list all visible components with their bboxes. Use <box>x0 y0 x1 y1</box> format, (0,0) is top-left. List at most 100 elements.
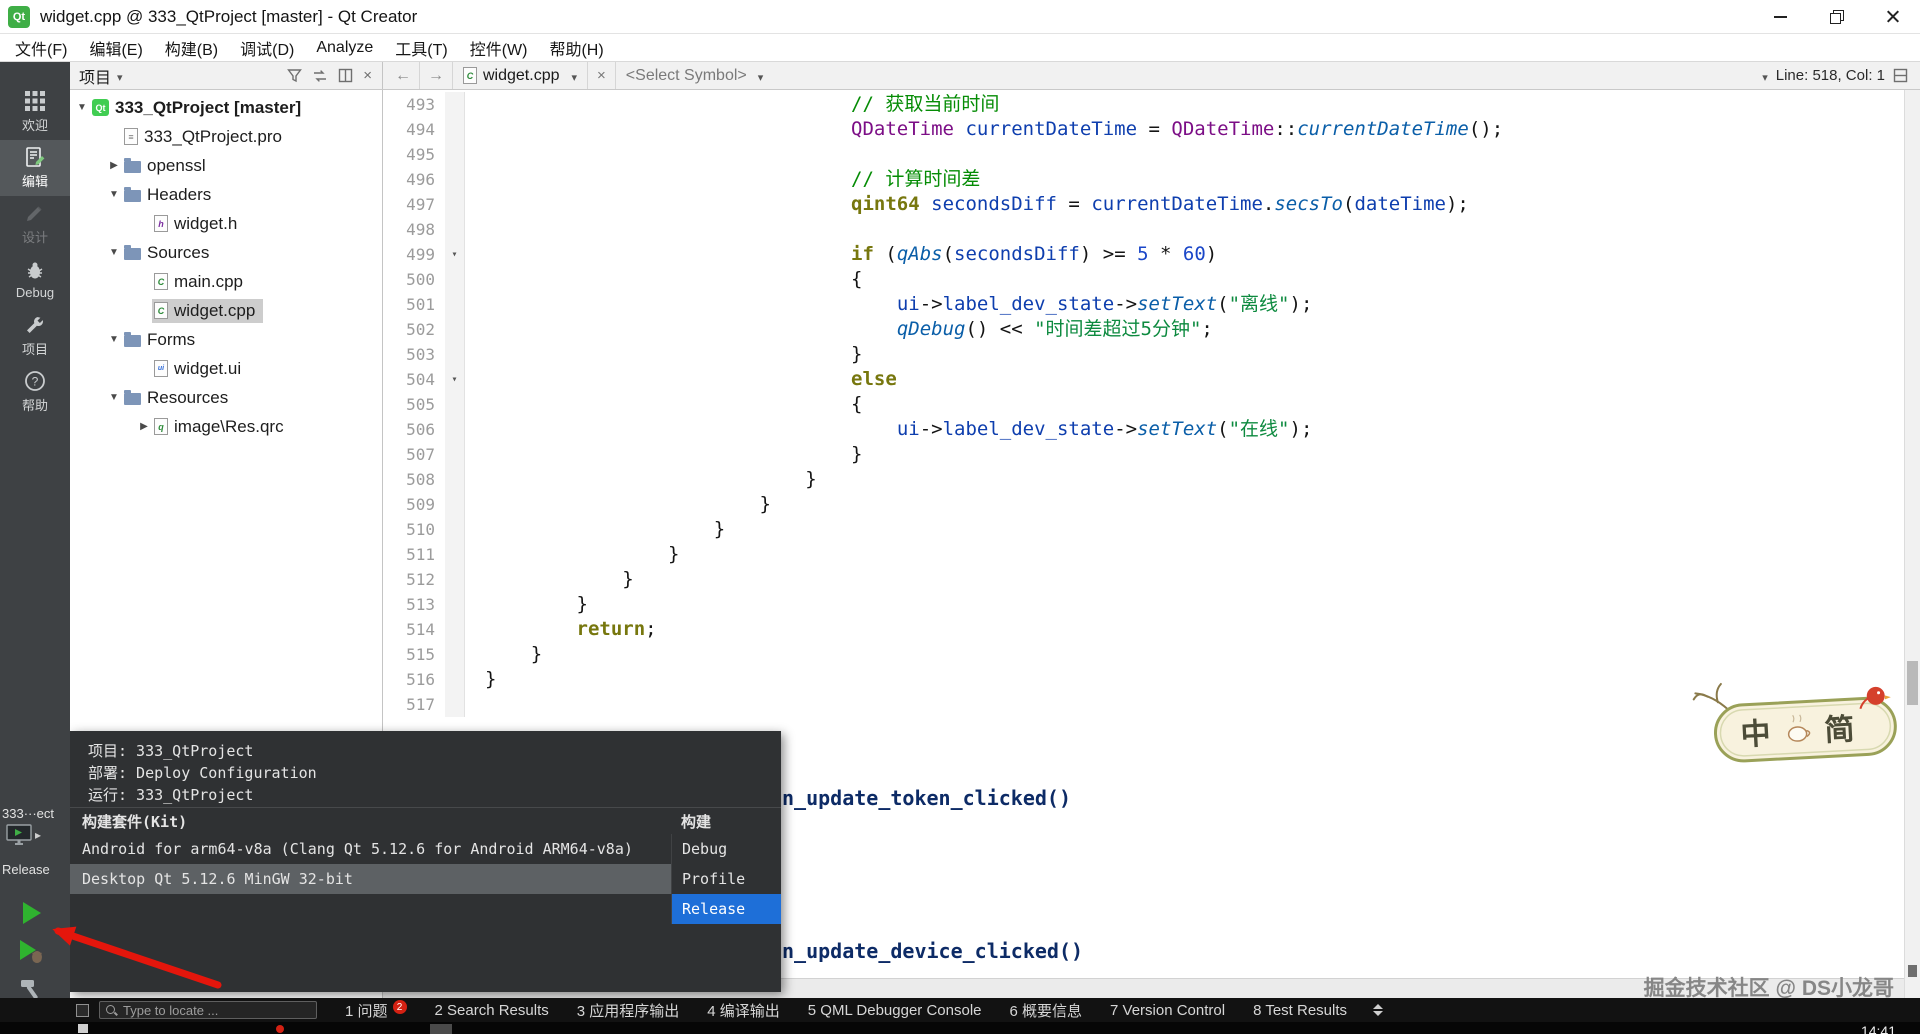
tree-item-forms[interactable]: ▼ Forms <box>70 325 382 354</box>
kit-option-android-for-arm64-v8a-clang-qt-5-12-6-for-android-arm64-v8a[interactable]: Android for arm64-v8a (Clang Qt 5.12.6 f… <box>70 834 671 864</box>
sidebar-toggle-icon[interactable] <box>76 1003 89 1017</box>
code-line-510[interactable]: 510 } <box>383 517 1920 542</box>
tree-item-333-qtproject-master[interactable]: ▼ Qt 333_QtProject [master] <box>70 93 382 122</box>
mode-projects[interactable]: 项目 <box>0 308 70 364</box>
scrollbar-thumb[interactable] <box>1907 661 1918 705</box>
code-line-517[interactable]: 517 <box>383 692 1920 717</box>
output-pane-8[interactable]: 8 Test Results <box>1253 1002 1347 1019</box>
code-line-497[interactable]: 497 qint64 secondsDiff = currentDateTime… <box>383 192 1920 217</box>
debug-run-button[interactable] <box>14 934 48 968</box>
tree-item-sources[interactable]: ▼ Sources <box>70 238 382 267</box>
menu-item-7-h[interactable]: 帮助(H) <box>538 34 614 61</box>
tree-item-333-qtproject-pro[interactable]: ≡ 333_QtProject.pro <box>70 122 382 151</box>
close-window-button[interactable] <box>1864 0 1920 33</box>
code-line-511[interactable]: 511 } <box>383 542 1920 567</box>
code-line-516[interactable]: 516} <box>383 667 1920 692</box>
output-pane-5[interactable]: 5 QML Debugger Console <box>808 1002 982 1019</box>
code-line-508[interactable]: 508 } <box>383 467 1920 492</box>
tree-item-openssl[interactable]: ▶ openssl <box>70 151 382 180</box>
menu-item-2-b[interactable]: 构建(B) <box>154 34 229 61</box>
expanded-expander-icon[interactable]: ▼ <box>74 102 90 113</box>
chevron-down-icon[interactable]: ▾ <box>1762 71 1768 84</box>
mode-help[interactable]: ? 帮助 <box>0 364 70 420</box>
mode-edit[interactable]: 编辑 <box>0 140 70 196</box>
build-option-debug[interactable]: Debug <box>672 834 781 864</box>
expanded-expander-icon[interactable]: ▼ <box>106 247 122 258</box>
panel-title[interactable]: 项目 <box>79 64 111 88</box>
output-pane-4[interactable]: 4 编译输出 <box>707 1000 780 1021</box>
output-pane-7[interactable]: 7 Version Control <box>1110 1002 1225 1019</box>
expanded-expander-icon[interactable]: ▼ <box>106 189 122 200</box>
code-line-495[interactable]: 495 <box>383 142 1920 167</box>
fold-marker-icon[interactable]: ▾ <box>445 367 465 392</box>
tree-item-widget-cpp[interactable]: Cwidget.cpp <box>70 296 382 325</box>
tree-item-image-res-qrc[interactable]: ▶ q image\Res.qrc <box>70 412 382 441</box>
output-pane-2[interactable]: 2 Search Results <box>435 1002 549 1019</box>
code-line-513[interactable]: 513 } <box>383 592 1920 617</box>
editor-scrollbar[interactable] <box>1904 90 1920 998</box>
code-line-496[interactable]: 496 // 计算时间差 <box>383 167 1920 192</box>
code-line-503[interactable]: 503 } <box>383 342 1920 367</box>
minimize-button[interactable] <box>1752 0 1808 33</box>
menu-item-4-analyze[interactable]: Analyze <box>305 34 384 61</box>
code-line-507[interactable]: 507 } <box>383 442 1920 467</box>
mode-debug[interactable]: Debug <box>0 252 70 308</box>
tree-item-headers[interactable]: ▼ Headers <box>70 180 382 209</box>
back-icon[interactable]: ← <box>387 62 420 89</box>
code-line-501[interactable]: 501 ui->label_dev_state->setText("离线"); <box>383 292 1920 317</box>
filter-icon[interactable] <box>287 68 303 83</box>
symbol-dropdown[interactable]: <Select Symbol> ▾ <box>616 67 773 85</box>
fold-marker-icon[interactable]: ▾ <box>445 242 465 267</box>
close-file-button[interactable]: × <box>587 62 616 89</box>
tree-item-widget-h[interactable]: h widget.h <box>70 209 382 238</box>
code-line-504[interactable]: 504 ▾ else <box>383 367 1920 392</box>
tree-item-main-cpp[interactable]: Cmain.cpp <box>70 267 382 296</box>
target-project-label[interactable]: 333···ect <box>0 806 70 821</box>
code-line-509[interactable]: 509 } <box>383 492 1920 517</box>
code-line-493[interactable]: 493 // 获取当前时间 <box>383 92 1920 117</box>
expanded-expander-icon[interactable]: ▼ <box>106 392 122 403</box>
restore-button[interactable] <box>1808 0 1864 33</box>
output-pane-6[interactable]: 6 概要信息 <box>1010 1000 1083 1021</box>
code-line-498[interactable]: 498 <box>383 217 1920 242</box>
close-panel-icon[interactable]: × <box>363 67 372 84</box>
split-editor-icon[interactable] <box>1893 68 1908 83</box>
target-config-label[interactable]: Release <box>2 862 50 877</box>
build-option-profile[interactable]: Profile <box>672 864 781 894</box>
tree-item-resources[interactable]: ▼ Resources <box>70 383 382 412</box>
build-option-release[interactable]: Release <box>672 894 781 924</box>
code-line-499[interactable]: 499 ▾ if (qAbs(secondsDiff) >= 5 * 60) <box>383 242 1920 267</box>
locator-input[interactable]: Type to locate ... <box>99 1001 317 1019</box>
sync-icon[interactable] <box>312 69 328 83</box>
collapsed-expander-icon[interactable]: ▶ <box>136 421 152 432</box>
code-line-505[interactable]: 505 { <box>383 392 1920 417</box>
code-line-512[interactable]: 512 } <box>383 567 1920 592</box>
output-pane-1[interactable]: 1 问题 2 <box>345 1000 407 1021</box>
kit-option-desktop-qt-5-12-6-mingw-32-bit[interactable]: Desktop Qt 5.12.6 MinGW 32-bit <box>70 864 671 894</box>
code-line-506[interactable]: 506 ui->label_dev_state->setText("在线"); <box>383 417 1920 442</box>
expanded-expander-icon[interactable]: ▼ <box>106 334 122 345</box>
build-button[interactable] <box>14 972 48 998</box>
chevron-down-icon[interactable]: ▾ <box>117 71 123 84</box>
mode-welcome[interactable]: 欢迎 <box>0 84 70 140</box>
tree-item-widget-ui[interactable]: ui widget.ui <box>70 354 382 383</box>
code-line-515[interactable]: 515 } <box>383 642 1920 667</box>
split-panel-icon[interactable] <box>338 68 353 83</box>
open-file-dropdown[interactable]: C widget.cpp ▾ <box>453 62 587 89</box>
menu-item-3-d[interactable]: 调试(D) <box>229 34 305 61</box>
sticker-text-right: 简 <box>1824 712 1856 748</box>
target-selector-button[interactable]: ▸ <box>6 824 41 846</box>
collapsed-expander-icon[interactable]: ▶ <box>106 160 122 171</box>
menu-item-6-w[interactable]: 控件(W) <box>459 34 539 61</box>
code-line-502[interactable]: 502 qDebug() << "时间差超过5分钟"; <box>383 317 1920 342</box>
output-pane-3[interactable]: 3 应用程序输出 <box>577 1000 680 1021</box>
forward-icon[interactable]: → <box>420 62 453 89</box>
run-button[interactable] <box>14 896 48 930</box>
code-line-494[interactable]: 494 QDateTime currentDateTime = QDateTim… <box>383 117 1920 142</box>
output-pane-toggle-icon[interactable] <box>1373 1004 1384 1016</box>
code-line-514[interactable]: 514 return; <box>383 617 1920 642</box>
code-line-500[interactable]: 500 { <box>383 267 1920 292</box>
menu-item-5-t[interactable]: 工具(T) <box>384 34 458 61</box>
menu-item-0-f[interactable]: 文件(F) <box>4 34 78 61</box>
menu-item-1-e[interactable]: 编辑(E) <box>78 34 153 61</box>
